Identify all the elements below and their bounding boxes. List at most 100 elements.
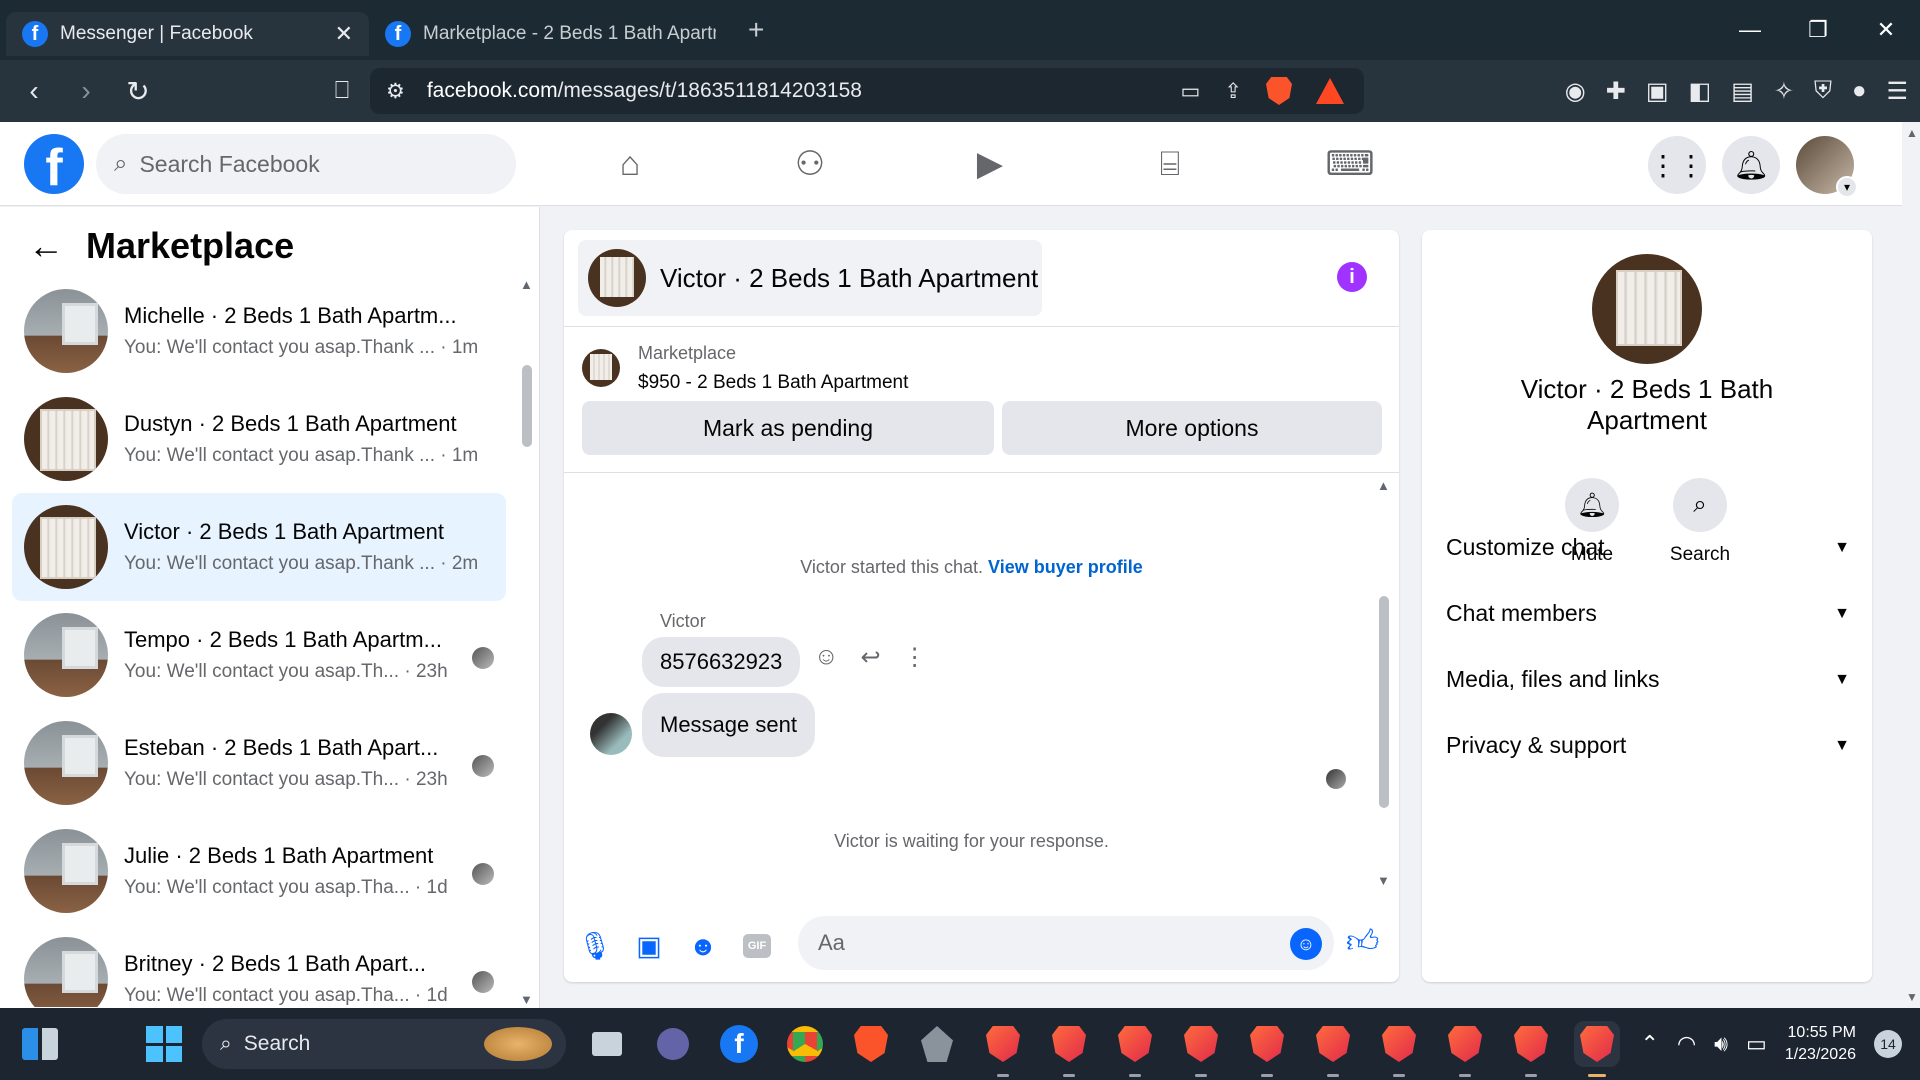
scroll-down-icon[interactable]: ▼ xyxy=(1906,990,1918,1004)
sender-avatar[interactable] xyxy=(590,713,632,755)
conversation-scrollbar[interactable]: ▲ ▼ xyxy=(520,277,534,1007)
chat-header[interactable]: Victor · 2 Beds 1 Bath Apartment xyxy=(578,240,1042,316)
marketplace-icon[interactable]: ⌸ xyxy=(1080,122,1260,206)
more-options-button[interactable]: More options xyxy=(1002,401,1382,455)
taskbar-search[interactable]: ⌕ Search xyxy=(202,1019,566,1069)
close-window-icon[interactable]: ✕ xyxy=(1852,0,1920,60)
brave-profile-icon[interactable] xyxy=(980,1021,1026,1077)
brave-profile-icon[interactable] xyxy=(1046,1021,1092,1077)
chat-scrollbar[interactable]: ▲ ▼ xyxy=(1377,478,1391,888)
conversation-item[interactable]: Dustyn · 2 Beds 1 Bath Apartment You: We'… xyxy=(12,385,506,493)
listing-price[interactable]: $950 - 2 Beds 1 Bath Apartment xyxy=(638,372,908,394)
clock[interactable]: 10:55 PM 1/23/2026 xyxy=(1785,1022,1856,1066)
scrollbar-thumb[interactable] xyxy=(1379,596,1389,808)
extensions-icon[interactable]: ✚ xyxy=(1606,77,1626,106)
brave-profile-icon[interactable] xyxy=(1376,1021,1422,1077)
info-icon[interactable]: i xyxy=(1337,262,1367,292)
notifications-icon[interactable]: 🔔︎ xyxy=(1722,136,1780,194)
brave-shields-icon[interactable] xyxy=(1266,77,1292,105)
vpn-icon[interactable]: ⛨ xyxy=(1814,77,1832,105)
forward-icon[interactable]: › xyxy=(64,69,108,113)
react-icon[interactable]: ☺ xyxy=(814,643,839,672)
restore-icon[interactable]: ❐ xyxy=(1784,0,1852,60)
conversation-item[interactable]: Esteban · 2 Beds 1 Bath Apart... You: We'… xyxy=(12,709,506,817)
back-icon[interactable]: ‹ xyxy=(12,69,56,113)
minimize-icon[interactable]: — xyxy=(1716,0,1784,60)
gif-icon[interactable]: GIF xyxy=(730,919,784,973)
volume-icon[interactable]: 🔊︎ xyxy=(1714,1031,1728,1057)
customize-chat-section[interactable]: Customize chat ▼ xyxy=(1446,534,1850,561)
app-icon[interactable] xyxy=(914,1021,960,1067)
brave-rewards-icon[interactable] xyxy=(1316,78,1344,104)
conversation-item[interactable]: Victor · 2 Beds 1 Bath Apartment You: We'… xyxy=(12,493,506,601)
facebook-logo-icon[interactable]: f xyxy=(24,134,84,194)
widgets-icon[interactable] xyxy=(22,1028,58,1060)
photo-icon[interactable]: ▣ xyxy=(622,919,676,973)
conversation-item[interactable]: Michelle · 2 Beds 1 Bath Apartm... You: W… xyxy=(12,277,506,385)
tab-marketplace[interactable]: f Marketplace - 2 Beds 1 Bath Apartme xyxy=(369,12,732,56)
brave-icon[interactable] xyxy=(848,1021,894,1067)
facebook-search-input[interactable]: ⌕ Search Facebook xyxy=(96,134,516,194)
video-icon[interactable]: ▶ xyxy=(900,122,1080,206)
facebook-app-icon[interactable]: f xyxy=(716,1021,762,1067)
scroll-down-icon[interactable]: ▼ xyxy=(520,992,533,1007)
microphone-icon[interactable]: 🎙︎ xyxy=(568,919,622,973)
teams-icon[interactable] xyxy=(650,1021,696,1067)
close-tab-icon[interactable]: ✕ xyxy=(335,21,353,47)
bookmark-icon[interactable]: ⎕ xyxy=(320,69,364,113)
url-text[interactable]: facebook.com/messages/t/1863511814203158 xyxy=(427,79,1181,103)
sidebar-toggle-icon[interactable]: ◧ xyxy=(1689,77,1712,106)
media-files-links-section[interactable]: Media, files and links ▼ xyxy=(1446,666,1850,693)
gaming-icon[interactable]: ⌨ xyxy=(1260,122,1440,206)
reply-icon[interactable]: ↩ xyxy=(861,643,881,672)
brave-profile-icon[interactable] xyxy=(1310,1021,1356,1077)
record-icon[interactable]: ◉ xyxy=(1565,77,1586,106)
reload-icon[interactable]: ↻ xyxy=(116,69,160,113)
conversation-item[interactable]: Britney · 2 Beds 1 Bath Apart... You: We'… xyxy=(12,925,506,1007)
scroll-up-icon[interactable]: ▲ xyxy=(1377,478,1390,493)
more-icon[interactable]: ⋮ xyxy=(903,643,927,672)
address-bar[interactable]: ⚙ facebook.com/messages/t/18635118142031… xyxy=(370,68,1364,114)
notification-badge[interactable]: 14 xyxy=(1874,1030,1902,1058)
wifi-icon[interactable]: ◠ xyxy=(1677,1031,1696,1057)
chrome-icon[interactable] xyxy=(782,1021,828,1067)
message-bubble[interactable]: Message sent xyxy=(642,693,815,757)
cast-icon[interactable]: ▭ xyxy=(1181,79,1201,104)
share-icon[interactable]: ⇪ xyxy=(1224,79,1242,104)
tab-messenger[interactable]: f Messenger | Facebook ✕ xyxy=(6,12,369,56)
mark-pending-button[interactable]: Mark as pending xyxy=(582,401,994,455)
friends-icon[interactable]: ⚇ xyxy=(720,122,900,206)
back-arrow-icon[interactable]: ← xyxy=(28,225,64,267)
reader-icon[interactable]: ▣ xyxy=(1646,77,1669,106)
page-scrollbar[interactable]: ▲ ▼ xyxy=(1902,122,1920,1008)
leo-ai-icon[interactable]: ✧ xyxy=(1774,77,1794,106)
site-settings-icon[interactable]: ⚙ xyxy=(386,79,405,104)
like-icon[interactable]: 👍︎ xyxy=(1346,922,1379,961)
wallet-icon[interactable]: ▤ xyxy=(1731,77,1754,106)
chat-members-section[interactable]: Chat members ▼ xyxy=(1446,600,1850,627)
home-icon[interactable]: ⌂ xyxy=(540,122,720,206)
brave-profile-icon[interactable] xyxy=(1508,1021,1554,1077)
task-view-icon[interactable] xyxy=(584,1021,630,1067)
brave-profile-active-icon[interactable] xyxy=(1574,1021,1620,1077)
brave-profile-icon[interactable] xyxy=(1178,1021,1224,1077)
battery-icon[interactable]: ▭ xyxy=(1746,1031,1767,1057)
scroll-up-icon[interactable]: ▲ xyxy=(520,277,533,292)
privacy-support-section[interactable]: Privacy & support ▼ xyxy=(1446,732,1850,759)
scroll-down-icon[interactable]: ▼ xyxy=(1377,873,1390,888)
menu-grid-icon[interactable]: ⋮⋮ xyxy=(1648,136,1706,194)
view-buyer-profile-link[interactable]: View buyer profile xyxy=(988,557,1143,577)
scrollbar-thumb[interactable] xyxy=(522,365,532,447)
conversation-item[interactable]: Julie · 2 Beds 1 Bath Apartment You: We'l… xyxy=(12,817,506,925)
start-icon[interactable] xyxy=(146,1026,182,1062)
menu-icon[interactable]: ☰ xyxy=(1886,77,1908,106)
brave-profile-icon[interactable] xyxy=(1244,1021,1290,1077)
emoji-icon[interactable]: ☺ xyxy=(1290,928,1322,960)
message-input[interactable]: Aa ☺ xyxy=(798,916,1334,970)
sticker-icon[interactable]: ☻ xyxy=(676,919,730,973)
brave-profile-icon[interactable] xyxy=(1442,1021,1488,1077)
new-tab-button[interactable]: + xyxy=(748,14,764,46)
chevron-up-icon[interactable]: ⌃ xyxy=(1641,1031,1659,1057)
scroll-up-icon[interactable]: ▲ xyxy=(1906,126,1918,140)
conversation-item[interactable]: Tempo · 2 Beds 1 Bath Apartm... You: We'l… xyxy=(12,601,506,709)
